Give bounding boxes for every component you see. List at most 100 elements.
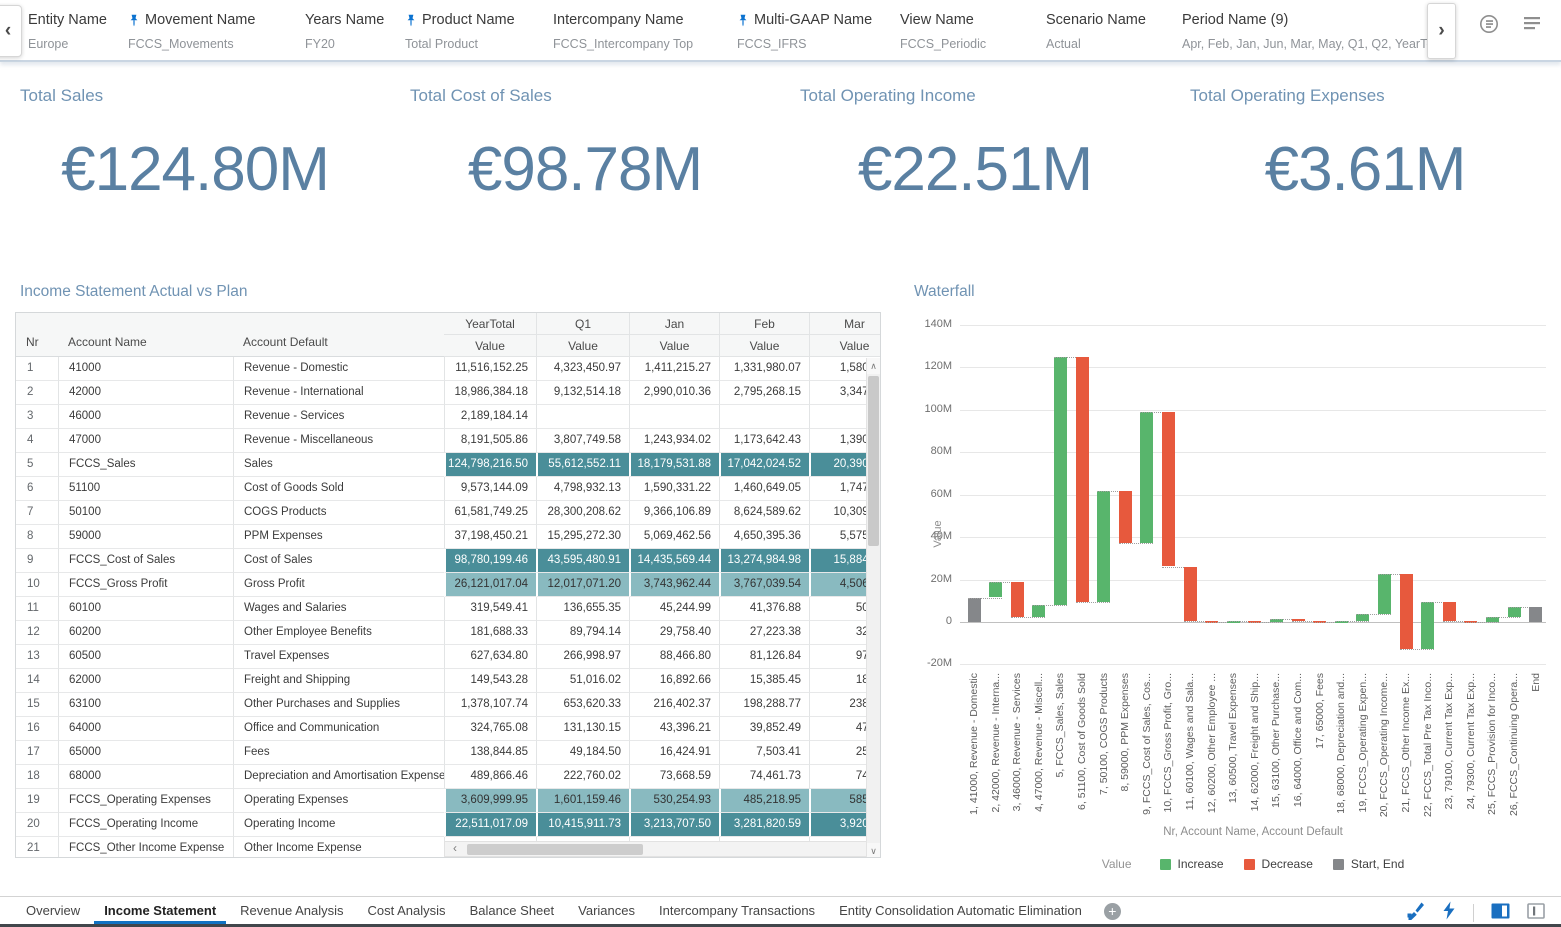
- pov-scroll-left-button[interactable]: ‹: [0, 5, 22, 57]
- value-cell[interactable]: 1,331,980.07: [719, 357, 809, 381]
- value-cell[interactable]: 222,760.02: [536, 765, 629, 789]
- value-cell[interactable]: 216,402.37: [629, 693, 719, 717]
- kpi-tile-total-operating-income[interactable]: Total Operating Income€22.51M: [780, 64, 1170, 234]
- tab-intercompany-transactions[interactable]: Intercompany Transactions: [647, 897, 827, 925]
- value-cell[interactable]: 3,743,962.44: [629, 573, 719, 597]
- pov-item-product-name[interactable]: Product NameTotal Product: [405, 0, 553, 60]
- table-row[interactable]: 10FCCS_Gross ProfitGross Profit26,121,01…: [16, 573, 881, 597]
- kpi-tile-total-cost-of-sales[interactable]: Total Cost of Sales€98.78M: [390, 64, 780, 234]
- waterfall-bar-increase[interactable]: [1508, 607, 1521, 618]
- waterfall-bar-increase[interactable]: [1054, 357, 1067, 604]
- value-cell[interactable]: 5,069,462.56: [629, 525, 719, 549]
- waterfall-bar-decrease[interactable]: [1400, 574, 1413, 649]
- value-cell[interactable]: 10,415,911.73: [536, 813, 629, 837]
- pov-item-period-name-9[interactable]: Period Name (9)Apr, Feb, Jan, Jun, Mar, …: [1182, 0, 1430, 60]
- value-cell[interactable]: 61,581,749.25: [444, 501, 536, 525]
- value-cell[interactable]: 29,758.40: [629, 621, 719, 645]
- table-row[interactable]: 346000Revenue - Services2,189,184.14: [16, 405, 881, 429]
- value-cell[interactable]: 1,590,331.22: [629, 477, 719, 501]
- scroll-down-icon[interactable]: ∨: [867, 843, 880, 858]
- value-cell[interactable]: 18,986,384.18: [444, 381, 536, 405]
- value-cell[interactable]: 39,852.49: [719, 717, 809, 741]
- value-cell[interactable]: 136,655.35: [536, 597, 629, 621]
- value-cell[interactable]: 131,130.15: [536, 717, 629, 741]
- legend-item-start-end[interactable]: Start, End: [1333, 857, 1404, 871]
- tab-income-statement[interactable]: Income Statement: [92, 897, 228, 925]
- value-cell[interactable]: 3,609,999.95: [444, 789, 536, 813]
- table-row[interactable]: 242000Revenue - International18,986,384.…: [16, 381, 881, 405]
- value-cell[interactable]: 88,466.80: [629, 645, 719, 669]
- value-cell[interactable]: 138,844.85: [444, 741, 536, 765]
- format-brush-icon[interactable]: [1406, 901, 1425, 925]
- value-cell[interactable]: 43,595,480.91: [536, 549, 629, 573]
- waterfall-bar-increase[interactable]: [1032, 605, 1045, 618]
- value-cell[interactable]: 489,866.46: [444, 765, 536, 789]
- panel-left-filled-icon[interactable]: [1491, 903, 1510, 924]
- table-row[interactable]: 141000Revenue - Domestic11,516,152.254,3…: [16, 357, 881, 381]
- value-cell[interactable]: 11,516,152.25: [444, 357, 536, 381]
- column-header-jan[interactable]: Jan: [629, 313, 719, 335]
- column-header-account-name[interactable]: Account Name: [58, 335, 233, 349]
- value-cell[interactable]: 3,281,820.59: [719, 813, 809, 837]
- waterfall-bar-decrease[interactable]: [1119, 491, 1132, 543]
- value-cell[interactable]: 266,998.97: [536, 645, 629, 669]
- value-cell[interactable]: 73,668.59: [629, 765, 719, 789]
- pov-item-years-name[interactable]: Years NameFY20: [305, 0, 405, 60]
- tab-entity-consolidation-automatic-elimination[interactable]: Entity Consolidation Automatic Eliminati…: [827, 897, 1094, 925]
- waterfall-bar-decrease[interactable]: [1076, 357, 1089, 602]
- value-cell[interactable]: 319,549.41: [444, 597, 536, 621]
- value-cell[interactable]: 27,223.38: [719, 621, 809, 645]
- pov-settings-icon[interactable]: [1477, 12, 1501, 41]
- value-cell[interactable]: 4,323,450.97: [536, 357, 629, 381]
- waterfall-bar-start[interactable]: [968, 598, 981, 622]
- value-cell[interactable]: 324,765.08: [444, 717, 536, 741]
- table-row[interactable]: 9FCCS_Cost of SalesCost of Sales98,780,1…: [16, 549, 881, 573]
- value-cell[interactable]: 2,990,010.36: [629, 381, 719, 405]
- value-cell[interactable]: 49,184.50: [536, 741, 629, 765]
- value-cell[interactable]: 8,191,505.86: [444, 429, 536, 453]
- value-cell[interactable]: 530,254.93: [629, 789, 719, 813]
- value-cell[interactable]: 1,460,649.05: [719, 477, 809, 501]
- value-cell[interactable]: [719, 405, 809, 429]
- tab-cost-analysis[interactable]: Cost Analysis: [356, 897, 458, 925]
- column-header-yeartotal[interactable]: YearTotal: [444, 313, 536, 335]
- table-row[interactable]: 5FCCS_SalesSales124,798,216.5055,612,552…: [16, 453, 881, 477]
- value-cell[interactable]: 4,798,932.13: [536, 477, 629, 501]
- waterfall-bar-increase[interactable]: [1421, 602, 1434, 650]
- value-cell[interactable]: 28,300,208.62: [536, 501, 629, 525]
- table-row[interactable]: 1160100Wages and Salaries319,549.41136,6…: [16, 597, 881, 621]
- value-cell[interactable]: 9,573,144.09: [444, 477, 536, 501]
- value-cell[interactable]: 198,288.77: [719, 693, 809, 717]
- value-cell[interactable]: 43,396.21: [629, 717, 719, 741]
- table-vertical-scrollbar[interactable]: ∧ ∨: [866, 358, 880, 858]
- value-cell[interactable]: 51,016.02: [536, 669, 629, 693]
- waterfall-bar-increase[interactable]: [1097, 491, 1110, 601]
- value-cell[interactable]: 13,274,984.98: [719, 549, 809, 573]
- value-cell[interactable]: 16,424.91: [629, 741, 719, 765]
- waterfall-bar-decrease[interactable]: [1162, 412, 1175, 566]
- pov-item-entity-name[interactable]: Entity NameEurope: [28, 0, 128, 60]
- table-row[interactable]: 1360500Travel Expenses627,634.80266,998.…: [16, 645, 881, 669]
- value-cell[interactable]: [629, 405, 719, 429]
- table-row[interactable]: 1765000Fees138,844.8549,184.5016,424.917…: [16, 741, 881, 765]
- value-cell[interactable]: 9,132,514.18: [536, 381, 629, 405]
- value-cell[interactable]: 37,198,450.21: [444, 525, 536, 549]
- pov-item-intercompany-name[interactable]: Intercompany NameFCCS_Intercompany Top: [553, 0, 737, 60]
- waterfall-bar-decrease[interactable]: [1443, 602, 1456, 622]
- value-cell[interactable]: 18,179,531.88: [629, 453, 719, 477]
- table-row[interactable]: 859000PPM Expenses37,198,450.2115,295,27…: [16, 525, 881, 549]
- table-row[interactable]: 447000Revenue - Miscellaneous8,191,505.8…: [16, 429, 881, 453]
- value-cell[interactable]: 1,173,642.43: [719, 429, 809, 453]
- value-cell[interactable]: 26,121,017.04: [444, 573, 536, 597]
- value-cell[interactable]: 1,601,159.46: [536, 789, 629, 813]
- value-cell[interactable]: 485,218.95: [719, 789, 809, 813]
- value-cell[interactable]: 4,650,395.36: [719, 525, 809, 549]
- waterfall-chart[interactable]: 140M120M100M80M60M40M20M0-20M1, 41000, R…: [910, 283, 1560, 887]
- value-cell[interactable]: 3,767,039.54: [719, 573, 809, 597]
- kpi-tile-total-sales[interactable]: Total Sales€124.80M: [0, 64, 390, 234]
- table-row[interactable]: 1462000Freight and Shipping149,543.2851,…: [16, 669, 881, 693]
- value-cell[interactable]: 627,634.80: [444, 645, 536, 669]
- value-cell[interactable]: 2,189,184.14: [444, 405, 536, 429]
- vertical-scroll-thumb[interactable]: [868, 376, 879, 546]
- value-cell[interactable]: 15,385.45: [719, 669, 809, 693]
